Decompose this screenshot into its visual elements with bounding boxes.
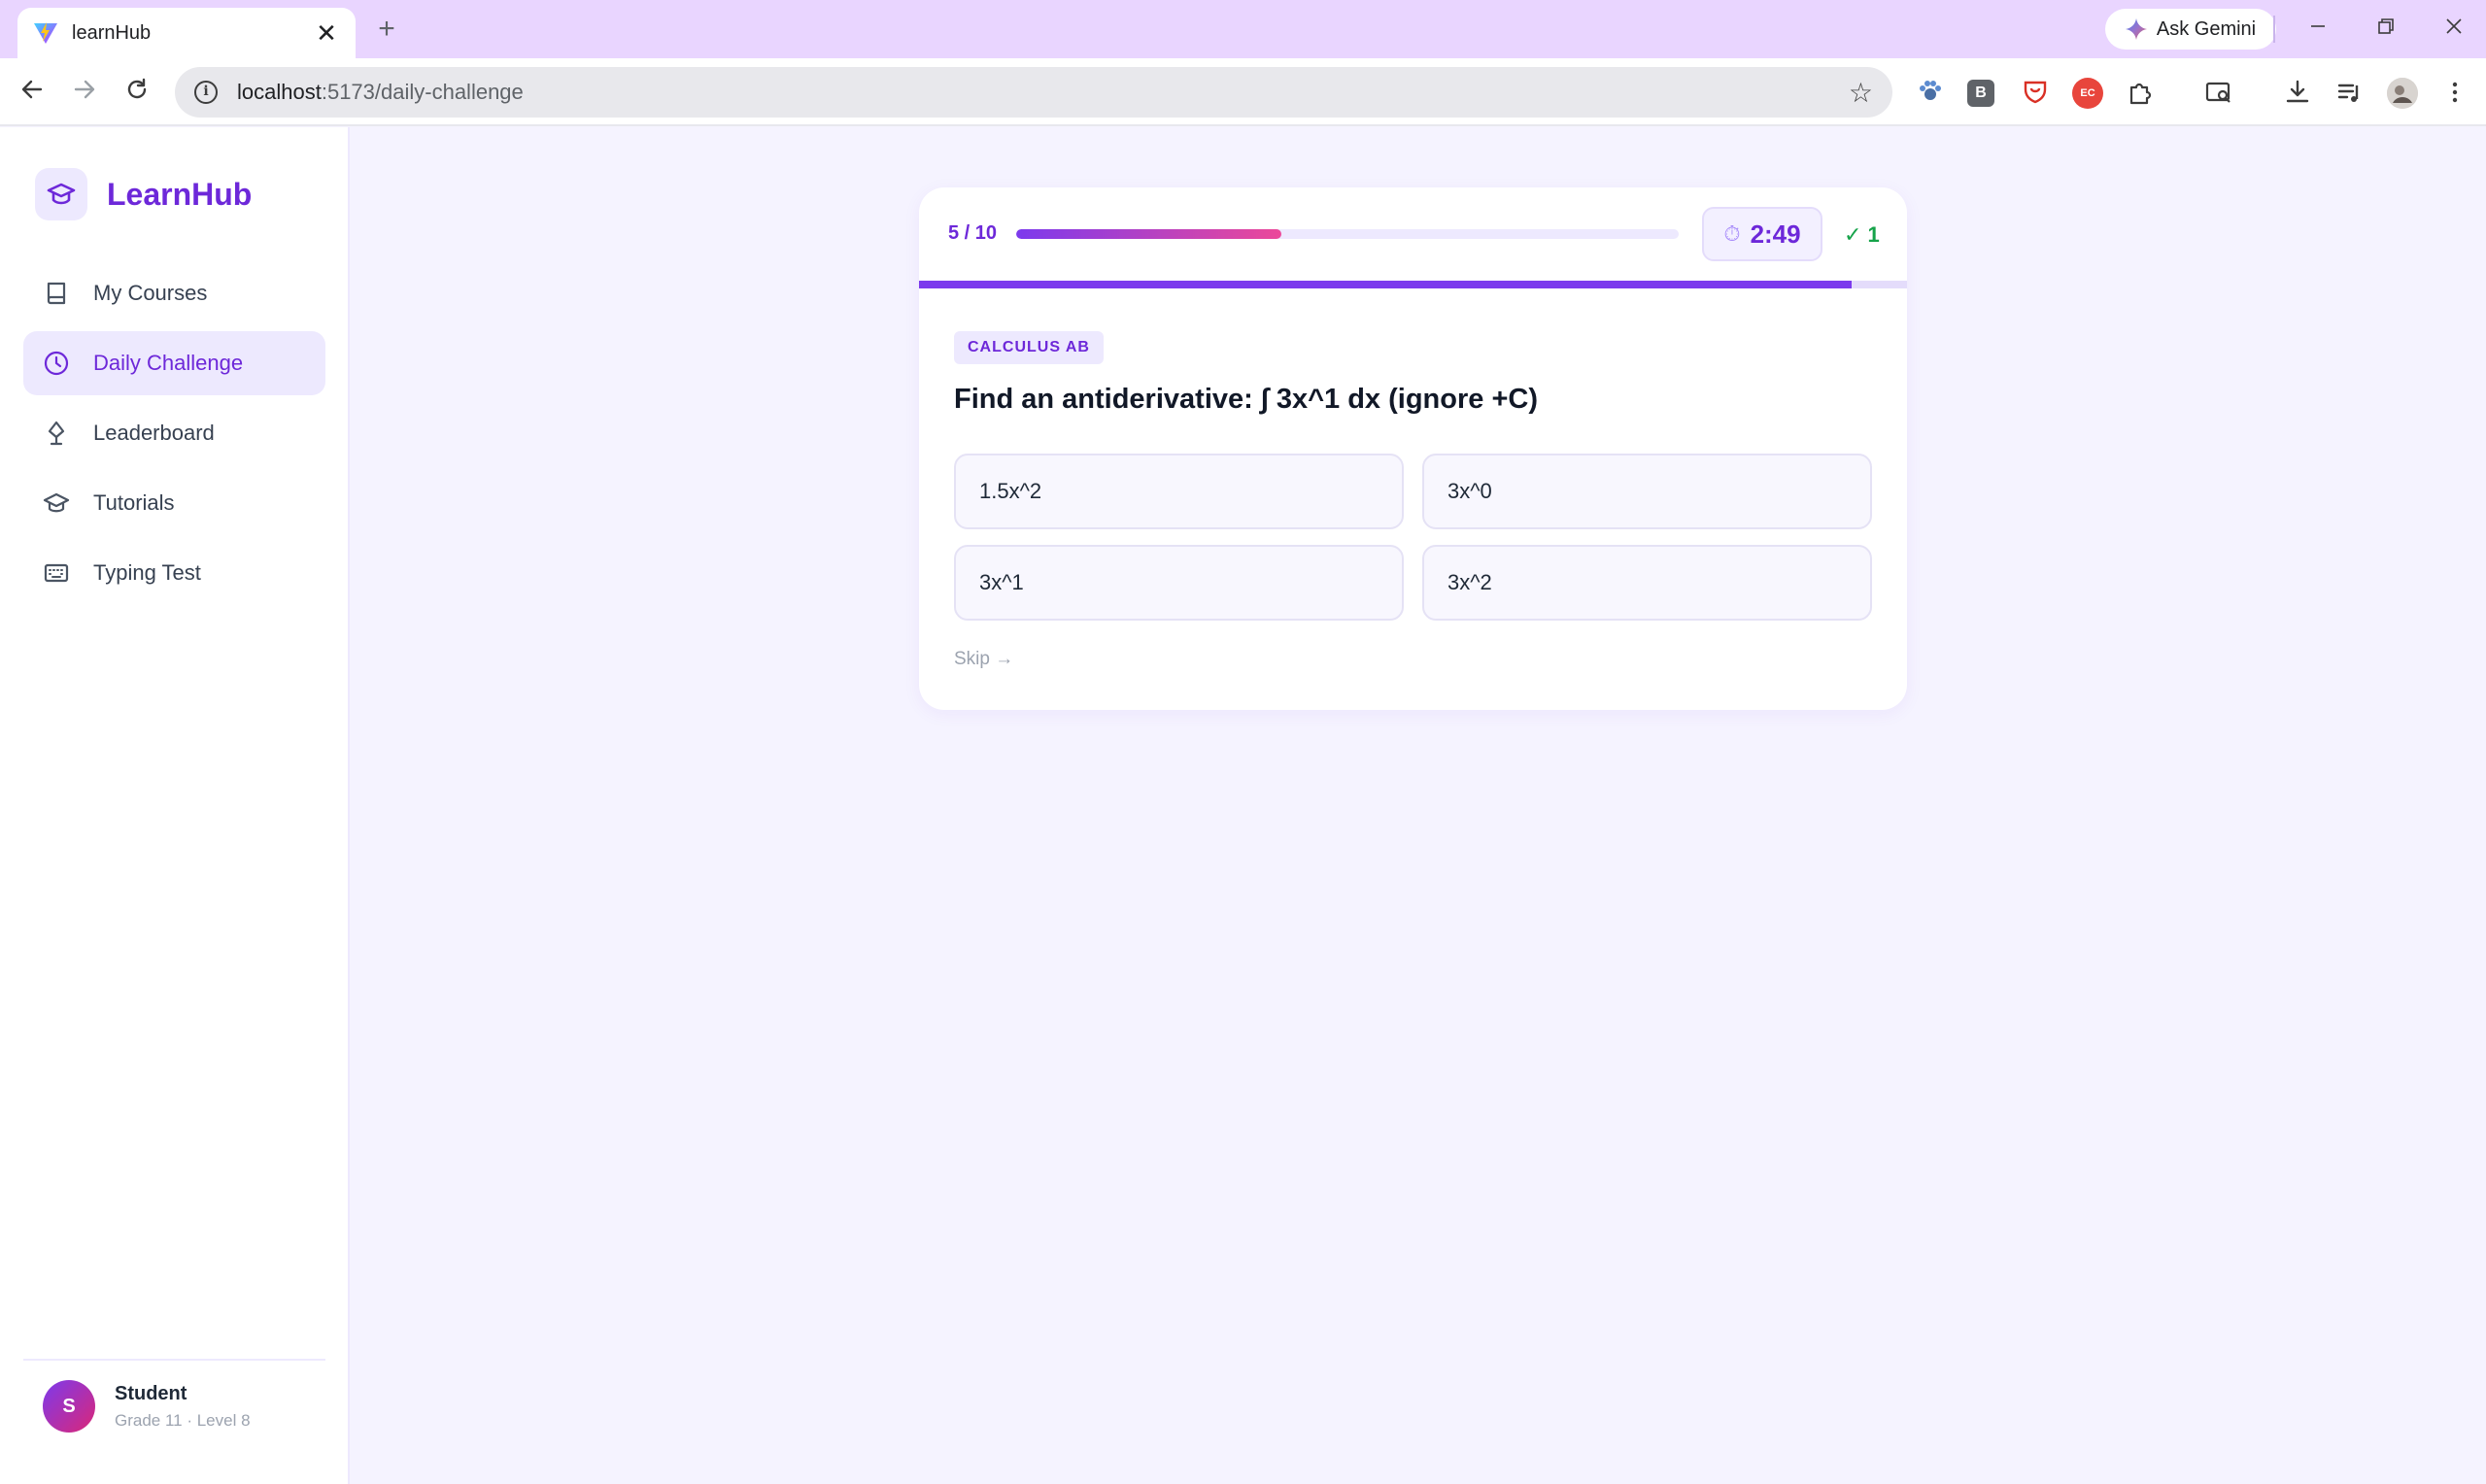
sidebar-item-my-courses[interactable]: My Courses [23,261,325,325]
brand-name: LearnHub [107,176,253,212]
skip-button[interactable]: Skip → [954,649,1013,670]
daily-challenge-card: 5 / 10 ⏱ 2:49 ✓ 1 CALCULUS AB Find an an… [919,187,1907,710]
question-progress-bar [1016,229,1679,239]
brand[interactable]: LearnHub [35,168,252,220]
browser-toolbar: i localhost:5173/daily-challenge ☆ B EC [0,58,2486,126]
extension-shield-icon[interactable] [2020,78,2051,109]
sidebar-item-typing-test[interactable]: Typing Test [23,541,325,605]
tab-search-icon[interactable] [2203,78,2234,109]
subject-badge: CALCULUS AB [954,331,1104,364]
graduation-cap-logo-icon [35,168,87,220]
browser-tab-strip: learnHub ✕ + Ask Gemini [0,0,2486,58]
answer-option-a[interactable]: 1.5x^2 [954,454,1404,529]
extension-ec-icon[interactable]: EC [2072,78,2103,109]
site-info-icon[interactable]: i [194,81,218,104]
sidebar-item-label: Typing Test [93,560,201,585]
ask-gemini-label: Ask Gemini [2156,17,2257,40]
browser-menu-icon[interactable] [2439,78,2470,109]
browser-tab[interactable]: learnHub ✕ [17,8,356,58]
profile-avatar-icon[interactable] [2387,78,2418,109]
stopwatch-icon: ⏱ [1723,221,1741,246]
book-icon [47,282,66,305]
answer-option-d[interactable]: 3x^2 [1422,545,1872,621]
timer-badge: ⏱ 2:49 [1702,207,1822,261]
tab-title: learnHub [72,21,152,44]
minimize-window-icon[interactable] [2297,12,2339,47]
restore-window-icon[interactable] [2365,12,2407,47]
close-window-icon[interactable] [2433,12,2475,47]
question-text: Find an antiderivative: ∫ 3x^1 dx (ignor… [954,384,1538,415]
user-profile[interactable]: S Student Grade 11 · Level 8 [23,1359,325,1433]
trophy-icon [48,421,65,446]
back-arrow-icon[interactable] [13,74,51,113]
close-tab-icon[interactable]: ✕ [313,20,340,46]
url-text[interactable]: localhost:5173/daily-challenge [237,80,1849,105]
sidebar-item-daily-challenge[interactable]: Daily Challenge [23,331,325,395]
media-control-icon[interactable] [2334,78,2366,109]
keyboard-icon [44,563,69,583]
sidebar-item-label: Tutorials [93,490,175,515]
answer-option-b[interactable]: 3x^0 [1422,454,1872,529]
question-counter: 5 / 10 [948,222,998,244]
sidebar-item-label: Leaderboard [93,421,215,445]
ask-gemini-button[interactable]: Ask Gemini [2105,9,2276,50]
time-remaining-fill [919,281,1853,288]
toolbar-divider [2273,16,2275,43]
gemini-sparkle-icon [2125,18,2147,40]
user-grade-level: Grade 11 · Level 8 [115,1410,251,1430]
correct-count: ✓ 1 [1844,222,1880,247]
clock-icon [44,351,69,376]
reload-icon[interactable] [118,74,156,113]
time-remaining-bar [919,281,1907,288]
user-name: Student [115,1382,187,1404]
forward-arrow-icon[interactable] [65,74,104,113]
sidebar-item-label: Daily Challenge [93,351,244,375]
sidebar: LearnHub My Courses Daily Challenge Lead… [0,127,350,1484]
answer-options: 1.5x^2 3x^0 3x^1 3x^2 [954,454,1872,621]
sidebar-item-label: My Courses [93,281,208,305]
extension-b-icon[interactable]: B [1967,80,1994,107]
extensions-puzzle-icon[interactable] [2125,78,2156,109]
timer-value: 2:49 [1750,219,1801,249]
extension-paw-icon[interactable] [1915,78,1946,109]
question-progress-fill [1016,229,1281,239]
avatar: S [43,1380,95,1433]
quiz-header: 5 / 10 ⏱ 2:49 ✓ 1 [919,187,1907,281]
bookmark-star-icon[interactable]: ☆ [1849,77,1873,109]
sidebar-item-tutorials[interactable]: Tutorials [23,471,325,535]
answer-option-c[interactable]: 3x^1 [954,545,1404,621]
address-bar[interactable]: i localhost:5173/daily-challenge ☆ [175,67,1892,118]
new-tab-button[interactable]: + [369,12,404,47]
download-icon[interactable] [2282,78,2313,109]
vite-logo-icon [34,22,57,44]
sidebar-item-leaderboard[interactable]: Leaderboard [23,401,325,465]
sidebar-nav: My Courses Daily Challenge Leaderboard T… [23,261,325,611]
graduation-cap-icon [43,492,70,513]
